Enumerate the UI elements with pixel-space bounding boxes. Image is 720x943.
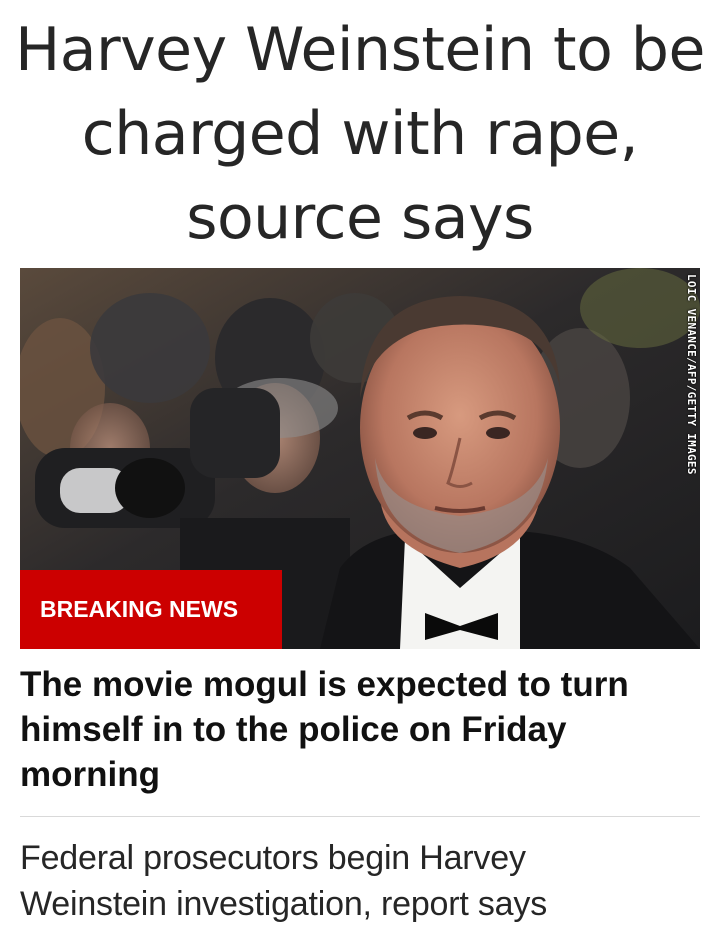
article-headline[interactable]: Harvey Weinstein to be charged with rape… (10, 8, 710, 260)
hero-image[interactable]: LOIC VENANCE/AFP/GETTY IMAGES BREAKING N… (20, 268, 700, 649)
article-subheadline[interactable]: The movie mogul is expected to turn hims… (20, 662, 680, 797)
breaking-news-badge: BREAKING NEWS (20, 570, 282, 649)
photo-credit: LOIC VENANCE/AFP/GETTY IMAGES (685, 274, 698, 475)
divider (20, 816, 700, 817)
related-article-link[interactable]: Federal prosecutors begin Harvey Weinste… (20, 835, 680, 927)
